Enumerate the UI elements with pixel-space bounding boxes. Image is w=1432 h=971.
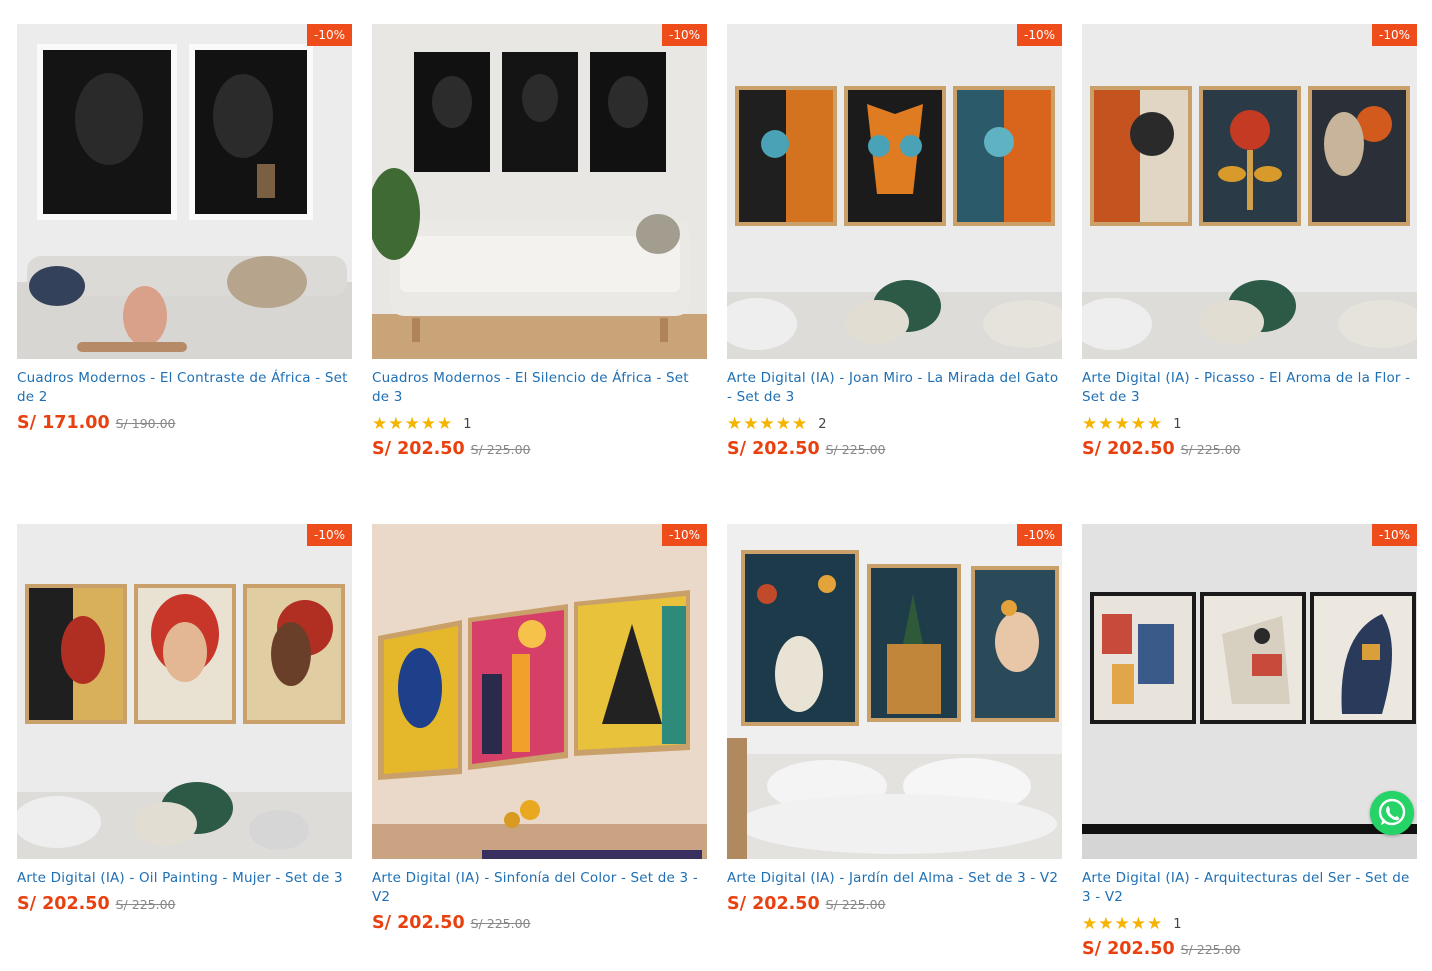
original-price: S/ 225.00 — [470, 916, 531, 931]
original-price: S/ 225.00 — [825, 897, 886, 912]
product-card: -10% Cuadros Modernos - El Silencio de Á… — [372, 24, 707, 459]
product-card: -10% Arte Digital (IA) - Arquitecturas d… — [1082, 524, 1417, 959]
product-title[interactable]: Cuadros Modernos - El Contraste de Áfric… — [17, 369, 352, 407]
rating-count: 1 — [463, 416, 472, 432]
discount-badge: -10% — [306, 524, 352, 546]
discount-badge: -10% — [1371, 524, 1417, 546]
product-image[interactable]: -10% — [372, 24, 707, 359]
original-price: S/ 225.00 — [1180, 942, 1241, 957]
rating-row: ★★★★★ 2 — [727, 415, 1062, 433]
discount-badge: -10% — [1016, 524, 1062, 546]
product-image[interactable]: -10% — [17, 524, 352, 859]
discount-badge: -10% — [661, 24, 707, 46]
product-image[interactable]: -10% — [17, 24, 352, 359]
sale-price: S/ 202.50 — [1082, 939, 1175, 959]
product-title[interactable]: Arte Digital (IA) - Arquitecturas del Se… — [1082, 869, 1417, 907]
price-row: S/ 202.50 S/ 225.00 — [1082, 939, 1417, 959]
sale-price: S/ 171.00 — [17, 413, 110, 433]
star-rating-icon: ★★★★★ — [372, 414, 454, 434]
product-card: -10% Arte Digital (IA) - Picasso - El Ar… — [1082, 24, 1417, 459]
discount-badge: -10% — [1016, 24, 1062, 46]
price-row: S/ 202.50 S/ 225.00 — [17, 894, 352, 914]
product-card: -10% Arte Digital (IA) - Joan Miro - La … — [727, 24, 1062, 459]
product-card: -10% Arte Digital (IA) - Jardín del Alma… — [727, 524, 1062, 914]
discount-badge: -10% — [661, 524, 707, 546]
star-rating-icon: ★★★★★ — [1082, 914, 1164, 934]
product-title[interactable]: Arte Digital (IA) - Oil Painting - Mujer… — [17, 869, 352, 888]
rating-row: ★★★★★ 1 — [372, 415, 707, 433]
whatsapp-icon[interactable] — [1370, 791, 1414, 835]
price-row: S/ 202.50 S/ 225.00 — [727, 894, 1062, 914]
sale-price: S/ 202.50 — [17, 894, 110, 914]
rating-count: 1 — [1173, 416, 1182, 432]
star-rating-icon: ★★★★★ — [727, 414, 809, 434]
price-row: S/ 202.50 S/ 225.00 — [727, 439, 1062, 459]
price-row: S/ 202.50 S/ 225.00 — [372, 439, 707, 459]
product-card: -10% Cuadros Modernos - El Contraste de … — [17, 24, 352, 433]
rating-count: 1 — [1173, 916, 1182, 932]
star-rating-icon: ★★★★★ — [1082, 414, 1164, 434]
price-row: S/ 171.00 S/ 190.00 — [17, 413, 352, 433]
original-price: S/ 225.00 — [1180, 442, 1241, 457]
sale-price: S/ 202.50 — [727, 894, 820, 914]
rating-count: 2 — [818, 416, 827, 432]
product-title[interactable]: Arte Digital (IA) - Picasso - El Aroma d… — [1082, 369, 1417, 407]
original-price: S/ 225.00 — [470, 442, 531, 457]
price-row: S/ 202.50 S/ 225.00 — [1082, 439, 1417, 459]
sale-price: S/ 202.50 — [372, 439, 465, 459]
product-image[interactable]: -10% — [727, 524, 1062, 859]
product-title[interactable]: Arte Digital (IA) - Sinfonía del Color -… — [372, 869, 707, 907]
product-image[interactable]: -10% — [1082, 24, 1417, 359]
product-card: -10% Arte Digital (IA) - Oil Painting - … — [17, 524, 352, 914]
sale-price: S/ 202.50 — [727, 439, 820, 459]
original-price: S/ 190.00 — [115, 416, 176, 431]
product-title[interactable]: Arte Digital (IA) - Joan Miro - La Mirad… — [727, 369, 1062, 407]
product-title[interactable]: Arte Digital (IA) - Jardín del Alma - Se… — [727, 869, 1062, 888]
discount-badge: -10% — [306, 24, 352, 46]
price-row: S/ 202.50 S/ 225.00 — [372, 913, 707, 933]
product-title[interactable]: Cuadros Modernos - El Silencio de África… — [372, 369, 707, 407]
sale-price: S/ 202.50 — [1082, 439, 1175, 459]
sale-price: S/ 202.50 — [372, 913, 465, 933]
rating-row: ★★★★★ 1 — [1082, 915, 1417, 933]
rating-row: ★★★★★ 1 — [1082, 415, 1417, 433]
product-image[interactable]: -10% — [372, 524, 707, 859]
product-card: -10% Arte Digital (IA) - Sinfonía del Co… — [372, 524, 707, 933]
product-image[interactable]: -10% — [1082, 524, 1417, 859]
product-grid: -10% Cuadros Modernos - El Contraste de … — [0, 0, 1432, 971]
original-price: S/ 225.00 — [825, 442, 886, 457]
discount-badge: -10% — [1371, 24, 1417, 46]
original-price: S/ 225.00 — [115, 897, 176, 912]
product-image[interactable]: -10% — [727, 24, 1062, 359]
